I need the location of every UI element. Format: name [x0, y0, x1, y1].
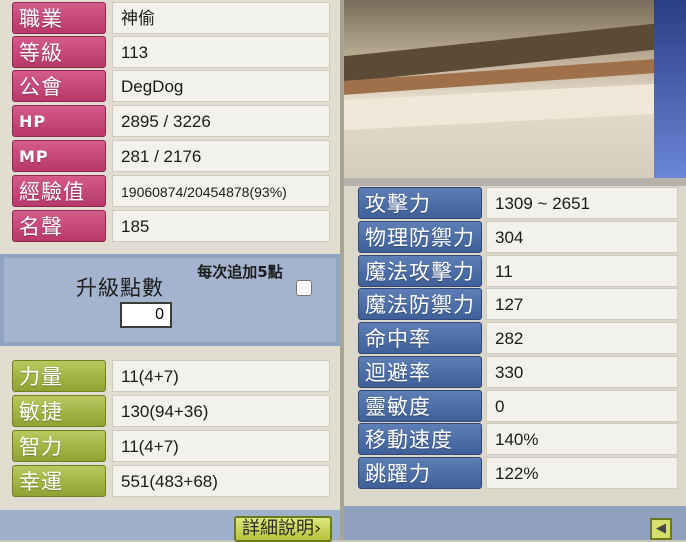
- guild-label: 公會: [12, 70, 106, 102]
- row-matk: 魔法攻擊力 11: [344, 255, 686, 287]
- matk-value: 11: [486, 255, 678, 287]
- exp-label: 經驗值: [12, 175, 106, 207]
- fame-value: 185: [112, 210, 330, 242]
- avoid-label: 迴避率: [358, 356, 482, 388]
- guild-value: DegDog: [112, 70, 330, 102]
- row-dex: 敏捷 130(94+36): [0, 395, 340, 427]
- level-label: 等級: [12, 36, 106, 68]
- hands-value: 0: [486, 390, 678, 422]
- row-speed: 移動速度 140%: [344, 423, 686, 455]
- wdef-value: 304: [486, 221, 678, 253]
- mdef-label: 魔法防禦力: [358, 288, 482, 320]
- jump-label: 跳躍力: [358, 457, 482, 489]
- scene-separator: [344, 178, 686, 186]
- luk-value: 551(483+68): [112, 465, 330, 497]
- row-guild: 公會 DegDog: [0, 70, 340, 102]
- str-value: 11(4+7): [112, 360, 330, 392]
- wdef-label: 物理防禦力: [358, 221, 482, 253]
- row-attack: 攻擊力 1309 ~ 2651: [344, 187, 686, 219]
- row-fame: 名聲 185: [0, 210, 340, 242]
- dex-label: 敏捷: [12, 395, 106, 427]
- row-wdef: 物理防禦力 304: [344, 221, 686, 253]
- mdef-value: 127: [486, 288, 678, 320]
- ability-points-field: 0: [120, 302, 172, 328]
- attack-value: 1309 ~ 2651: [486, 187, 678, 219]
- jump-value: 122%: [486, 457, 678, 489]
- add-five-label: 每次追加5點: [197, 263, 283, 281]
- accuracy-label: 命中率: [358, 322, 482, 354]
- mp-label: MP: [12, 140, 106, 172]
- accuracy-value: 282: [486, 322, 678, 354]
- str-label: 力量: [12, 360, 106, 392]
- dex-value: 130(94+36): [112, 395, 330, 427]
- avoid-value: 330: [486, 356, 678, 388]
- row-exp: 經驗值 19060874/20454878(93%): [0, 175, 340, 207]
- hp-value: 2895 / 3226: [112, 105, 330, 137]
- right-footer: [344, 506, 686, 540]
- row-mdef: 魔法防禦力 127: [344, 288, 686, 320]
- arrow-left-icon[interactable]: ◀: [650, 518, 672, 540]
- row-level: 等級 113: [0, 36, 340, 68]
- speed-label: 移動速度: [358, 423, 482, 455]
- row-hp: HP 2895 / 3226: [0, 105, 340, 137]
- row-int: 智力 11(4+7): [0, 430, 340, 462]
- row-avoid: 迴避率 330: [344, 356, 686, 388]
- ability-points-box: 升級點數 0 每次追加5點: [0, 254, 340, 346]
- speed-value: 140%: [486, 423, 678, 455]
- scene-side-decoration: [654, 0, 686, 178]
- matk-label: 魔法攻擊力: [358, 255, 482, 287]
- job-value: 神偷: [112, 2, 330, 34]
- hp-label: HP: [12, 105, 106, 137]
- hands-label: 靈敏度: [358, 390, 482, 422]
- row-jump: 跳躍力 122%: [344, 457, 686, 489]
- row-hands: 靈敏度 0: [344, 390, 686, 422]
- job-label: 職業: [12, 2, 106, 34]
- row-luk: 幸運 551(483+68): [0, 465, 340, 497]
- int-value: 11(4+7): [112, 430, 330, 462]
- row-mp: MP 281 / 2176: [0, 140, 340, 172]
- add-five-checkbox[interactable]: [296, 280, 312, 296]
- detail-button[interactable]: 詳細說明›: [234, 516, 332, 542]
- row-accuracy: 命中率 282: [344, 322, 686, 354]
- int-label: 智力: [12, 430, 106, 462]
- exp-value: 19060874/20454878(93%): [112, 175, 330, 207]
- level-value: 113: [112, 36, 330, 68]
- luk-label: 幸運: [12, 465, 106, 497]
- fame-label: 名聲: [12, 210, 106, 242]
- row-job: 職業 神偷: [0, 2, 340, 34]
- game-scene-preview: [344, 0, 654, 178]
- attack-label: 攻擊力: [358, 187, 482, 219]
- mp-value: 281 / 2176: [112, 140, 330, 172]
- row-str: 力量 11(4+7): [0, 360, 340, 392]
- ability-points-title: 升級點數: [76, 276, 164, 300]
